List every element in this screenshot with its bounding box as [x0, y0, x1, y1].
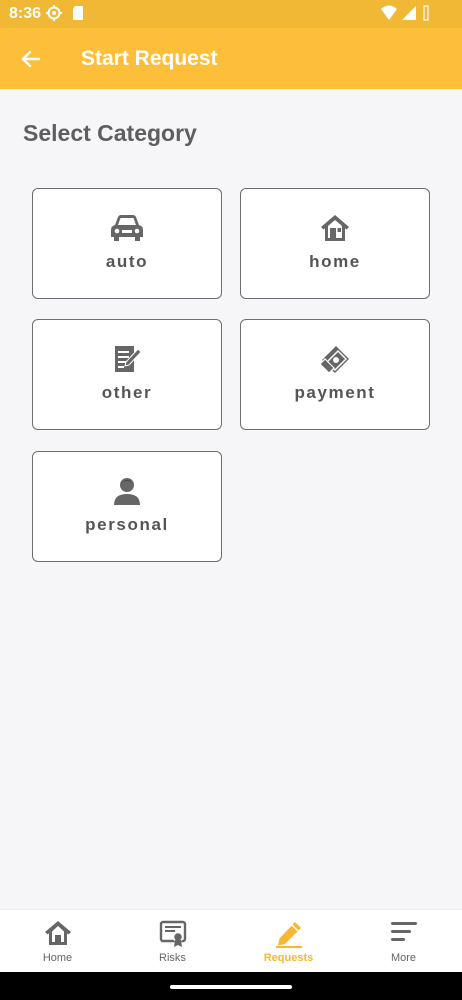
home-gesture-handle[interactable] — [170, 985, 292, 989]
page-title: Start Request — [81, 47, 218, 70]
wifi-icon — [381, 5, 397, 20]
category-card-other[interactable]: other — [32, 319, 222, 430]
nav-label-requests: Requests — [263, 952, 314, 964]
home-icon — [44, 921, 71, 945]
certificate-icon — [159, 920, 186, 947]
nav-item-risks[interactable]: Risks — [115, 910, 230, 973]
category-label: home — [309, 252, 361, 271]
nav-item-requests[interactable]: Requests — [231, 910, 346, 973]
nav-item-home[interactable]: Home — [0, 910, 115, 973]
money-icon — [319, 346, 349, 374]
section-title: Select Category — [23, 120, 197, 146]
category-label: payment — [294, 383, 376, 402]
system-navigation-bar — [0, 972, 462, 1000]
status-bar: 8:36 — [0, 0, 462, 28]
back-button[interactable] — [14, 42, 48, 76]
nav-label-more: More — [390, 952, 417, 964]
settings-status-icon — [46, 5, 62, 21]
nav-label-risks: Risks — [159, 952, 186, 964]
signal-icon — [402, 6, 416, 20]
category-label: personal — [85, 515, 169, 534]
arrow-left-icon — [21, 50, 41, 68]
bottom-navigation: Home Risks Requests More — [0, 909, 462, 972]
app-bar: Start Request — [0, 28, 462, 89]
category-card-auto[interactable]: auto — [32, 188, 222, 299]
category-label: auto — [105, 252, 149, 271]
sd-card-icon — [73, 6, 83, 20]
nav-item-more[interactable]: More — [346, 910, 461, 973]
category-card-payment[interactable]: payment — [240, 319, 430, 430]
nav-label-home: Home — [42, 952, 73, 964]
menu-icon — [390, 922, 417, 941]
pencil-icon — [275, 922, 302, 948]
house-icon — [321, 215, 349, 241]
category-card-home[interactable]: home — [240, 188, 430, 299]
battery-icon — [423, 5, 429, 21]
category-card-personal[interactable]: personal — [32, 451, 222, 562]
person-icon — [114, 478, 140, 505]
category-label: other — [101, 383, 153, 402]
car-icon — [111, 215, 143, 241]
status-time: 8:36 — [9, 5, 42, 22]
document-edit-icon — [115, 346, 142, 372]
